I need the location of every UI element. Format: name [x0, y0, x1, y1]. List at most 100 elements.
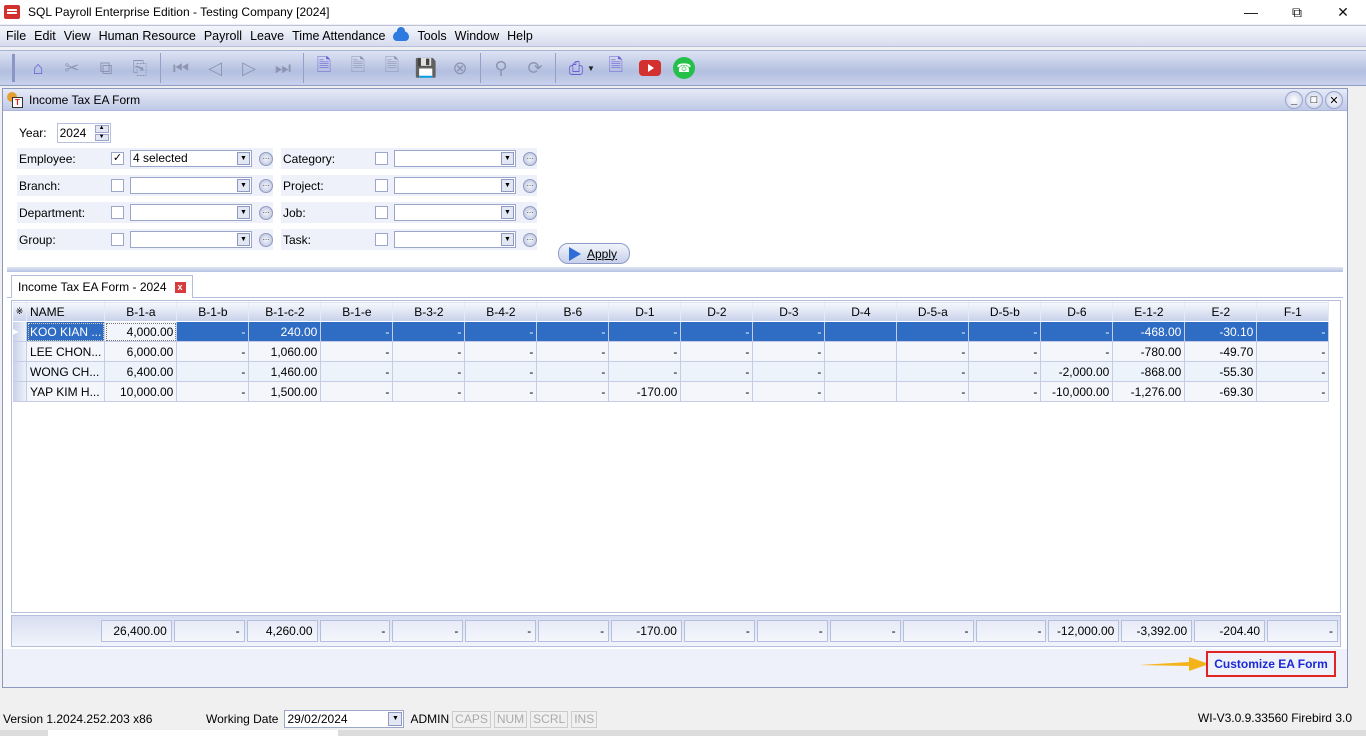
cell-name[interactable]: WONG CH... — [26, 361, 106, 382]
employee-ellipsis-button[interactable]: ... — [259, 151, 273, 166]
cell-e-1-2[interactable]: -468.00 — [1112, 321, 1186, 342]
cell-d-1[interactable]: -170.00 — [608, 381, 682, 402]
cell-b-1-e[interactable]: - — [320, 321, 394, 342]
cell-b-1-c-2[interactable]: 240.00 — [248, 321, 322, 342]
chevron-down-icon[interactable]: ▼ — [388, 712, 403, 726]
column-header-d-5-a[interactable]: D-5-a — [896, 301, 970, 322]
cell-d-5-a[interactable]: - — [896, 321, 970, 342]
cell-b-4-2[interactable]: - — [464, 361, 538, 382]
project-combo[interactable]: ▼ — [394, 177, 516, 194]
last-record-icon[interactable]: ⏭ — [266, 54, 300, 82]
cell-b-1-b[interactable]: - — [176, 321, 250, 342]
cell-b-4-2[interactable]: - — [464, 381, 538, 402]
cell-b-4-2[interactable]: - — [464, 321, 538, 342]
chevron-down-icon[interactable]: ▼ — [501, 179, 514, 192]
cell-b-6[interactable]: - — [536, 321, 610, 342]
cell-e-1-2[interactable]: -868.00 — [1112, 361, 1186, 382]
chevron-down-icon[interactable]: ▼ — [501, 152, 514, 165]
cell-b-1-c-2[interactable]: 1,500.00 — [248, 381, 322, 402]
column-header-e-2[interactable]: E-2 — [1184, 301, 1258, 322]
menu-help[interactable]: Help — [503, 29, 537, 43]
cell-d-5-a[interactable]: - — [896, 341, 970, 362]
cell-b-3-2[interactable]: - — [392, 381, 466, 402]
cell-d-5-b[interactable]: - — [968, 321, 1042, 342]
cell-d-4[interactable] — [824, 321, 898, 342]
cell-d-4[interactable] — [824, 381, 898, 402]
cell-name[interactable]: KOO KIAN ... — [26, 321, 106, 342]
cell-d-5-a[interactable]: - — [896, 381, 970, 402]
cell-d-4[interactable] — [824, 361, 898, 382]
column-header-b-3-2[interactable]: B-3-2 — [392, 301, 466, 322]
cell-b-1-c-2[interactable]: 1,460.00 — [248, 361, 322, 382]
cell-d-2[interactable]: - — [680, 321, 754, 342]
cell-d-2[interactable]: - — [680, 381, 754, 402]
cell-e-2[interactable]: -30.10 — [1184, 321, 1258, 342]
cell-d-2[interactable]: - — [680, 361, 754, 382]
cell-b-1-e[interactable]: - — [320, 381, 394, 402]
menu-leave[interactable]: Leave — [246, 29, 288, 43]
home-icon[interactable]: ⌂ — [21, 54, 55, 82]
cell-d-1[interactable]: - — [608, 321, 682, 342]
close-button[interactable]: ✕ — [1320, 0, 1366, 24]
child-minimize-button[interactable]: _ — [1285, 91, 1303, 109]
cell-name[interactable]: YAP KIM H... — [26, 381, 106, 402]
group-checkbox[interactable] — [111, 233, 124, 246]
menu-tools[interactable]: Tools — [413, 29, 450, 43]
previous-record-icon[interactable]: ◁ — [198, 54, 232, 82]
customize-ea-form-button[interactable]: Customize EA Form — [1206, 651, 1336, 677]
cell-d-1[interactable]: - — [608, 361, 682, 382]
save-icon[interactable]: 💾 — [409, 54, 443, 82]
table-row[interactable]: LEE CHON... 6,000.00-1,060.00- - - - - - - - - - -7… — [12, 341, 1330, 362]
chevron-down-icon[interactable]: ▼ — [237, 152, 250, 165]
working-date-picker[interactable]: 29/02/2024 ▼ — [284, 710, 405, 728]
first-record-icon[interactable]: ⏮ — [164, 54, 198, 82]
employee-combo[interactable]: 4 selected ▼ — [130, 150, 252, 167]
project-ellipsis-button[interactable]: ... — [523, 178, 537, 193]
department-combo[interactable]: ▼ — [130, 204, 252, 221]
menu-time-attendance[interactable]: Time Attendance — [288, 29, 389, 43]
column-header-b-1-c-2[interactable]: B-1-c-2 — [248, 301, 322, 322]
minimize-button[interactable]: — — [1228, 0, 1274, 24]
child-maximize-button[interactable]: □ — [1305, 91, 1323, 109]
column-header-d-5-b[interactable]: D-5-b — [968, 301, 1042, 322]
cell-b-1-b[interactable]: - — [176, 381, 250, 402]
cell-b-1-b[interactable]: - — [176, 361, 250, 382]
chevron-down-icon[interactable]: ▼ — [501, 233, 514, 246]
cell-e-2[interactable]: -55.30 — [1184, 361, 1258, 382]
column-header-d-1[interactable]: D-1 — [608, 301, 682, 322]
cell-d-5-b[interactable]: - — [968, 381, 1042, 402]
cell-b-3-2[interactable]: - — [392, 361, 466, 382]
category-ellipsis-button[interactable]: ... — [523, 151, 537, 166]
column-header-b-1-b[interactable]: B-1-b — [176, 301, 250, 322]
cell-b-1-a[interactable]: 4,000.00 — [104, 321, 178, 342]
search-icon[interactable]: ⚲ — [484, 54, 518, 82]
cell-e-1-2[interactable]: -1,276.00 — [1112, 381, 1186, 402]
row-indicator-header[interactable]: ※ — [12, 301, 27, 322]
cancel-icon[interactable]: ⊗ — [443, 54, 477, 82]
next-record-icon[interactable]: ▷ — [232, 54, 266, 82]
paste-icon[interactable]: ⎘ — [123, 54, 157, 82]
cell-f-1[interactable]: - — [1256, 361, 1330, 382]
chevron-down-icon[interactable]: ▼ — [501, 206, 514, 219]
department-checkbox[interactable] — [111, 206, 124, 219]
print-preview-icon[interactable]: 🗎 — [599, 54, 633, 82]
cell-b-1-e[interactable]: - — [320, 361, 394, 382]
group-combo[interactable]: ▼ — [130, 231, 252, 248]
column-header-d-2[interactable]: D-2 — [680, 301, 754, 322]
cell-e-1-2[interactable]: -780.00 — [1112, 341, 1186, 362]
group-ellipsis-button[interactable]: ... — [259, 232, 273, 247]
row-indicator[interactable] — [12, 341, 27, 362]
copy-icon[interactable]: ⧉ — [89, 54, 123, 82]
table-row[interactable]: ▶ KOO KIAN ... 4,000.00-240.00- - - - - - - - - - -4… — [12, 321, 1330, 342]
cell-e-2[interactable]: -49.70 — [1184, 341, 1258, 362]
year-spinner[interactable]: 2024 ▲ ▼ — [56, 123, 111, 143]
cell-d-4[interactable] — [824, 341, 898, 362]
cell-d-6[interactable]: - — [1040, 321, 1114, 342]
table-row[interactable]: YAP KIM H... 10,000.00-1,500.00- - - - -170.0… — [12, 381, 1330, 402]
cell-f-1[interactable]: - — [1256, 321, 1330, 342]
department-ellipsis-button[interactable]: ... — [259, 205, 273, 220]
cloud-icon[interactable] — [393, 27, 410, 41]
column-header-f-1[interactable]: F-1 — [1256, 301, 1330, 322]
child-close-button[interactable]: ✕ — [1325, 91, 1343, 109]
row-indicator[interactable]: ▶ — [12, 321, 27, 342]
